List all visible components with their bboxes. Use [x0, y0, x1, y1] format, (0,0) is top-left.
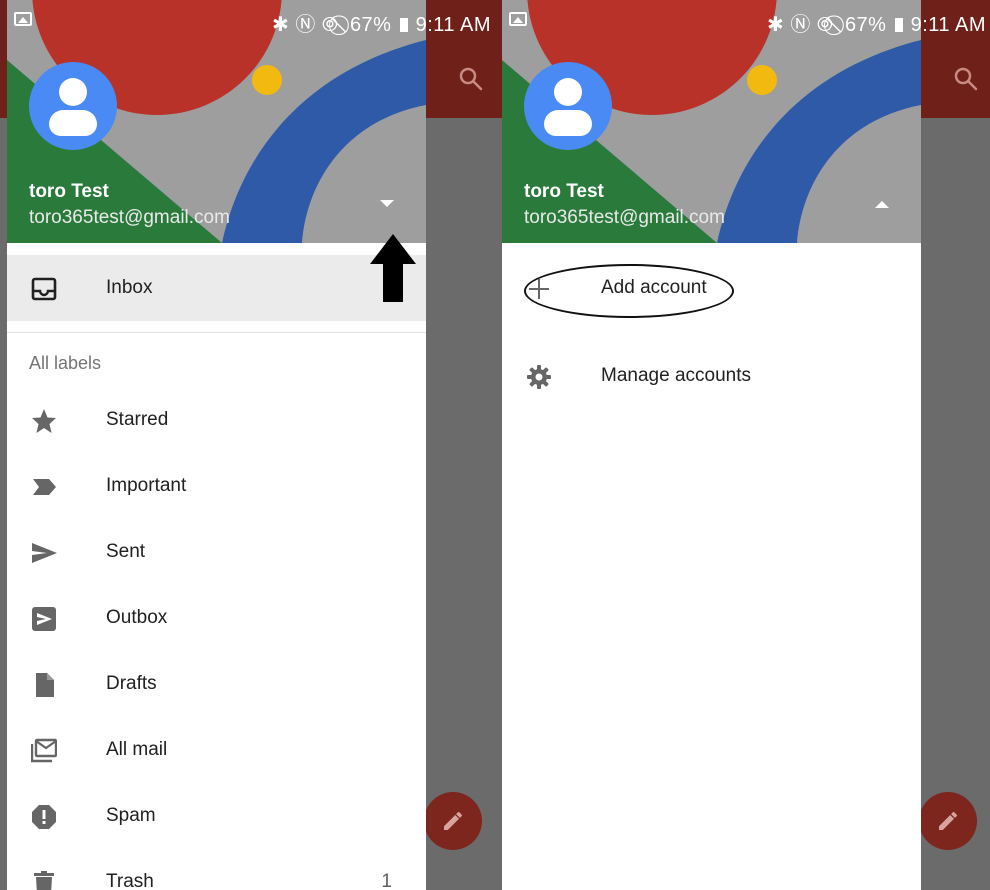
star-icon	[32, 409, 56, 433]
pencil-icon	[939, 812, 957, 830]
account-email: toro365test@gmail.com	[29, 207, 230, 228]
drawer-item-label: Spam	[106, 805, 156, 826]
divider	[7, 332, 426, 333]
search-icon[interactable]	[458, 66, 484, 92]
account-email: toro365test@gmail.com	[524, 207, 725, 228]
account-name: toro Test	[29, 181, 109, 202]
drawer-item-label: Starred	[106, 409, 169, 430]
battery-percent: 67%	[844, 14, 887, 36]
avatar[interactable]	[524, 62, 612, 150]
drawer-item-starred[interactable]: Starred	[7, 387, 426, 453]
battery-icon	[894, 18, 903, 32]
inbox-icon	[31, 277, 57, 301]
status-bar: ✱ Ⓝ ⦾ ⃠ 67% 9:11 AM	[495, 0, 990, 40]
compose-button[interactable]	[424, 792, 482, 850]
status-indicators: ✱ Ⓝ ⦾ ⃠ 67% 9:11 AM	[767, 8, 986, 37]
drawer-item-label: Trash	[106, 871, 154, 890]
drawer-item-drafts[interactable]: Drafts	[7, 651, 426, 717]
section-label: All labels	[29, 353, 102, 373]
draft-icon	[36, 673, 54, 697]
up-arrow-annotation	[370, 234, 416, 302]
drawer-item-outbox[interactable]: Outbox	[7, 585, 426, 651]
drawer-item-all-mail[interactable]: All mail	[7, 717, 426, 783]
manage-accounts-button[interactable]: Manage accounts	[502, 343, 921, 409]
system-icons: ✱ Ⓝ ⦾ ⃠	[767, 14, 839, 36]
navigation-drawer: toro Test toro365test@gmail.com Inbox Al…	[7, 0, 426, 890]
important-icon	[33, 479, 56, 495]
highlight-oval-annotation	[524, 264, 734, 318]
avatar[interactable]	[29, 62, 117, 150]
account-name: toro Test	[524, 181, 604, 202]
drawer-item-label: Drafts	[106, 673, 157, 694]
drawer-item-spam[interactable]: Spam	[7, 783, 426, 849]
drawer-item-sent[interactable]: Sent	[7, 519, 426, 585]
gear-icon	[527, 365, 551, 389]
drawer-item-inbox[interactable]: Inbox	[7, 255, 426, 321]
drawer-item-label: Important	[106, 475, 187, 496]
caret-down-icon[interactable]	[377, 198, 397, 210]
drawer-item-label: All mail	[106, 739, 168, 760]
pencil-icon	[444, 812, 462, 830]
trash-icon	[34, 871, 54, 890]
clock: 9:11 AM	[415, 14, 491, 36]
system-icons: ✱ Ⓝ ⦾ ⃠	[272, 14, 344, 36]
drawer-item-trash[interactable]: Trash 1	[7, 849, 426, 890]
caret-up-icon[interactable]	[872, 198, 892, 210]
gallery-notification-icon	[509, 12, 527, 26]
battery-icon	[399, 18, 408, 32]
battery-percent: 67%	[349, 14, 392, 36]
send-icon	[32, 543, 57, 563]
all-mail-icon	[31, 738, 57, 763]
navigation-drawer: toro Test toro365test@gmail.com Add acco…	[502, 0, 921, 890]
search-icon[interactable]	[953, 66, 979, 92]
compose-button[interactable]	[919, 792, 977, 850]
clock: 9:11 AM	[910, 14, 986, 36]
gallery-notification-icon	[14, 12, 32, 26]
outbox-icon	[32, 607, 56, 631]
left-screen: ✱ Ⓝ ⦾ ⃠ 67% 9:11 AM toro Test toro365tes…	[0, 0, 495, 890]
drawer-item-label: Inbox	[106, 277, 153, 298]
right-screen: ✱ Ⓝ ⦾ ⃠ 67% 9:11 AM toro Test toro365tes…	[495, 0, 990, 890]
spam-icon	[32, 805, 56, 829]
status-indicators: ✱ Ⓝ ⦾ ⃠ 67% 9:11 AM	[272, 8, 491, 37]
drawer-item-label: Outbox	[106, 607, 168, 628]
status-bar: ✱ Ⓝ ⦾ ⃠ 67% 9:11 AM	[0, 0, 495, 40]
unread-count: 1	[381, 871, 392, 890]
drawer-item-important[interactable]: Important	[7, 453, 426, 519]
drawer-item-label: Sent	[106, 541, 146, 562]
manage-accounts-label: Manage accounts	[601, 365, 751, 386]
